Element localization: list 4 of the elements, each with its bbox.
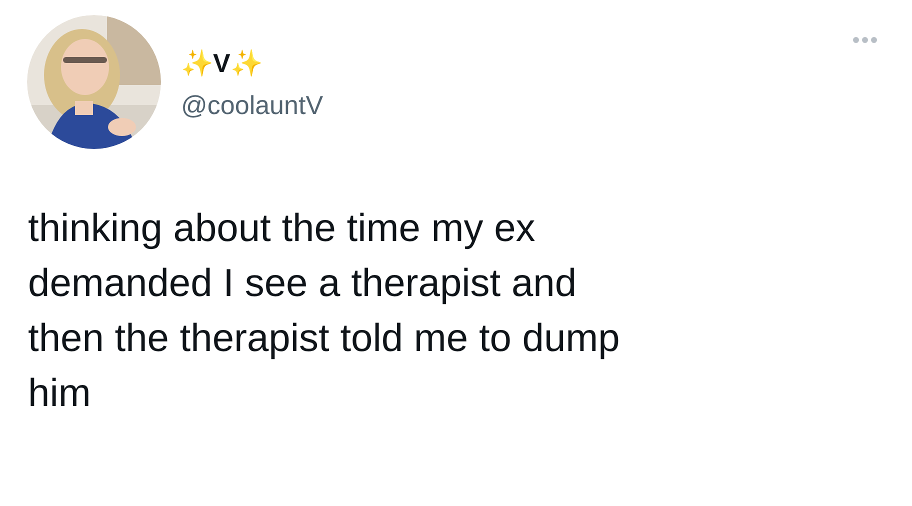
display-name: ✨V✨ xyxy=(181,47,264,79)
more-icon[interactable] xyxy=(852,36,878,44)
user-handle: @coolauntV xyxy=(181,89,324,121)
tweet-text: thinking about the time my ex demanded I see a therapist and then the therapist told me to dump him xyxy=(27,206,621,417)
